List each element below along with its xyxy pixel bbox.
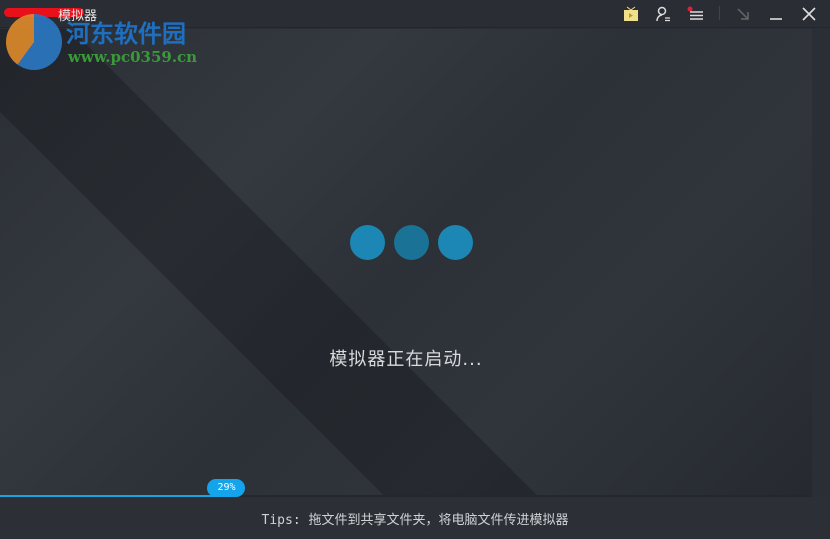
minimize-icon[interactable] bbox=[766, 4, 786, 24]
app-title: 模拟器 bbox=[58, 9, 98, 24]
menu-icon[interactable] bbox=[686, 4, 706, 24]
tv-icon[interactable] bbox=[621, 4, 641, 24]
title-bar: 模拟器 bbox=[0, 0, 830, 28]
progress-badge: 29% bbox=[207, 479, 246, 497]
loading-indicator bbox=[350, 225, 473, 260]
restore-icon[interactable] bbox=[733, 4, 753, 24]
loading-area: 模拟器正在启动... bbox=[0, 29, 812, 495]
loading-dot bbox=[438, 225, 473, 260]
startup-status: 模拟器正在启动... bbox=[329, 349, 483, 370]
side-gutter bbox=[812, 29, 830, 495]
footer: Tips: 拖文件到共享文件夹，将电脑文件传进模拟器 bbox=[0, 497, 830, 539]
user-settings-icon[interactable] bbox=[653, 4, 673, 24]
loading-dot bbox=[350, 225, 385, 260]
loading-dot bbox=[394, 225, 429, 260]
close-icon[interactable] bbox=[799, 4, 819, 24]
divider bbox=[719, 6, 720, 20]
tips-text: Tips: 拖文件到共享文件夹，将电脑文件传进模拟器 bbox=[261, 513, 569, 528]
